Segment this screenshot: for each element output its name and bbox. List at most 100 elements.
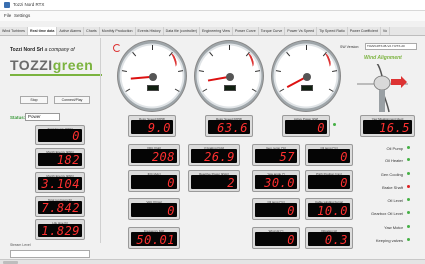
- window-title: Tozzi Nord RTX: [13, 2, 45, 7]
- tab-power-coefficient[interactable]: Power Coefficient: [348, 27, 381, 35]
- indicator-label: Keeping valves: [375, 238, 403, 243]
- tab-tip-speed-ratio[interactable]: Tip Speed Ratio: [317, 27, 348, 35]
- tab-power-vs-speed[interactable]: Power Vs Speed: [285, 27, 318, 35]
- tab-vo[interactable]: Vo: [381, 27, 391, 35]
- month-energy-display: Month Energy [kWh] 182: [35, 148, 85, 169]
- cable-winding-display: Cable winding [turns] 10.0: [305, 198, 353, 220]
- indicator-label: Oil Pump: [386, 146, 403, 151]
- company-text: Tozzi Nord Srl a company of: [10, 47, 75, 53]
- connect-button[interactable]: Connect/Play: [54, 96, 90, 104]
- tab-active-alarms[interactable]: Active Alarms: [57, 27, 85, 35]
- tab-monthly-production[interactable]: Monthly Production: [100, 27, 136, 35]
- reactive-power-display: Reactive Power [kVAr] 2: [188, 170, 240, 192]
- oil-heater-status-dot: [407, 158, 410, 161]
- rotor-speed-readout: Rotor Speed [RPM] 9.0: [128, 115, 176, 137]
- display-value: 0: [317, 121, 325, 135]
- display-value: 0: [167, 176, 175, 190]
- oil-pump-status-dot: [407, 146, 410, 149]
- status-label: Status:: [10, 115, 26, 120]
- display-value: 0: [287, 204, 295, 218]
- idc-display: IDC [Adc] 0: [128, 170, 180, 192]
- display-value: 10.0: [317, 204, 348, 218]
- menu-bar: File Settings: [0, 11, 425, 21]
- yaw-motor-status-dot: [407, 225, 410, 228]
- tab-power-curve[interactable]: Power Curve: [233, 27, 259, 35]
- stream-level-label: Stream Level: [10, 243, 31, 247]
- display-value: 9.0: [147, 121, 171, 135]
- wind-dir-display: Wind dir [°] 0: [252, 227, 300, 249]
- tab-engineering-view[interactable]: Engineering View: [200, 27, 233, 35]
- indicator-label: Brake Shaft: [382, 185, 403, 190]
- tozzi-green-logo: TOZZIgreen: [10, 57, 102, 76]
- total-run-hours-display: Total run hours [h] 7.842: [35, 196, 85, 217]
- oil-level-status-dot: [407, 198, 410, 201]
- display-value: 50.01: [136, 233, 175, 247]
- yaw-misalignment-display: Yaw Misalignment [deg] 16.5: [360, 115, 415, 137]
- display-value: 57: [279, 150, 295, 164]
- display-value: 0: [167, 204, 175, 218]
- panel-divider: [100, 38, 101, 243]
- rotor-speed-gauge: [117, 40, 187, 112]
- display-value: 1.829: [41, 224, 80, 238]
- month-energy-2-display: Month Energy [kWh] 3.104: [35, 172, 85, 193]
- display-value: 0.3: [324, 233, 348, 247]
- active-power-readout: Active Power [kW] 0: [282, 115, 330, 137]
- tab-events-history[interactable]: Events History: [136, 27, 164, 35]
- wind-alignment-title: Wind Alignment: [364, 55, 402, 61]
- window-titlebar: Tozzi Nord RTX: [0, 0, 425, 11]
- vdc-display: VDC [Vdc] 208: [128, 144, 180, 166]
- tab-data-file[interactable]: Data file (controller): [164, 27, 201, 35]
- stream-level-field[interactable]: [10, 250, 90, 258]
- vibration-display: Vibration [g] 0.3: [305, 227, 353, 249]
- display-value: 0: [340, 176, 348, 190]
- frequency-display: Frequency [Hz] 50.01: [128, 227, 180, 249]
- display-value: 182: [56, 153, 80, 167]
- v-braking-display: V braking [Vdc] 26.9: [188, 144, 240, 166]
- display-value: 26.9: [204, 150, 235, 164]
- sw-version-label: SW Version:: [340, 45, 360, 49]
- display-value: 16.5: [379, 121, 410, 135]
- stop-button[interactable]: Stop: [20, 96, 48, 104]
- display-value: 3.104: [41, 177, 80, 191]
- display-value: 208: [151, 150, 175, 164]
- sw-version-field[interactable]: TOZZI-RTX-IB-V2.7.RTX-20: [365, 43, 417, 50]
- gen-cooling-status-dot: [407, 172, 410, 175]
- oil-temp-display: Oil temp [°C] 0: [305, 144, 353, 166]
- vac-display: VAC [Vrms] 0: [128, 198, 180, 220]
- active-power-gauge: [271, 40, 341, 112]
- menu-file[interactable]: File: [4, 13, 11, 18]
- indicator-label: Oil Heater: [384, 158, 403, 163]
- tab-real-time-data[interactable]: Real time data: [27, 27, 58, 35]
- display-value: 30.0: [264, 176, 295, 190]
- display-value: 0: [340, 150, 348, 164]
- logo-underline: [10, 74, 102, 76]
- loading-spinner-icon: [113, 44, 121, 52]
- display-value: 2: [227, 176, 235, 190]
- tab-torque-curve[interactable]: Torque Curve: [259, 27, 286, 35]
- brake-shaft-status-dot: [407, 185, 410, 188]
- company-suffix: a company of: [43, 47, 75, 53]
- display-value: 0: [287, 233, 295, 247]
- power-status-dot: [333, 123, 336, 126]
- indicator-label: Gen Cooling: [380, 172, 403, 177]
- app-icon: [4, 2, 10, 8]
- tab-charts[interactable]: Charts: [84, 27, 100, 35]
- generator-speed-gauge: [194, 40, 264, 112]
- tab-bar: Wind Turbines Real time data Active Alarms…: [0, 27, 425, 36]
- oil-temp-2-display: Oil temp [°C] 0: [252, 198, 300, 220]
- pitch-position-display: Pitch Position [mm] 0: [305, 170, 353, 192]
- menu-settings[interactable]: Settings: [14, 13, 30, 18]
- display-value: 7.842: [41, 201, 80, 215]
- keeping-valves-status-dot: [407, 238, 410, 241]
- display-value: 63.6: [217, 121, 248, 135]
- company-name: Tozzi Nord Srl: [10, 47, 44, 53]
- logo-green: green: [52, 57, 94, 73]
- total-energy-display: Total Energy [kWh] 0: [35, 125, 85, 145]
- tab-wind-turbines[interactable]: Wind Turbines: [0, 27, 28, 35]
- logo-tozzi: TOZZI: [10, 57, 53, 73]
- gearbox-oil-level-status-dot: [407, 211, 410, 214]
- yaw-angle-display: Yaw angle [°] 30.0: [252, 170, 300, 192]
- horizontal-scrollbar[interactable]: [0, 259, 425, 264]
- status-value: Power: [25, 113, 60, 121]
- life-time-display: Life time [h] 1.829: [35, 219, 85, 240]
